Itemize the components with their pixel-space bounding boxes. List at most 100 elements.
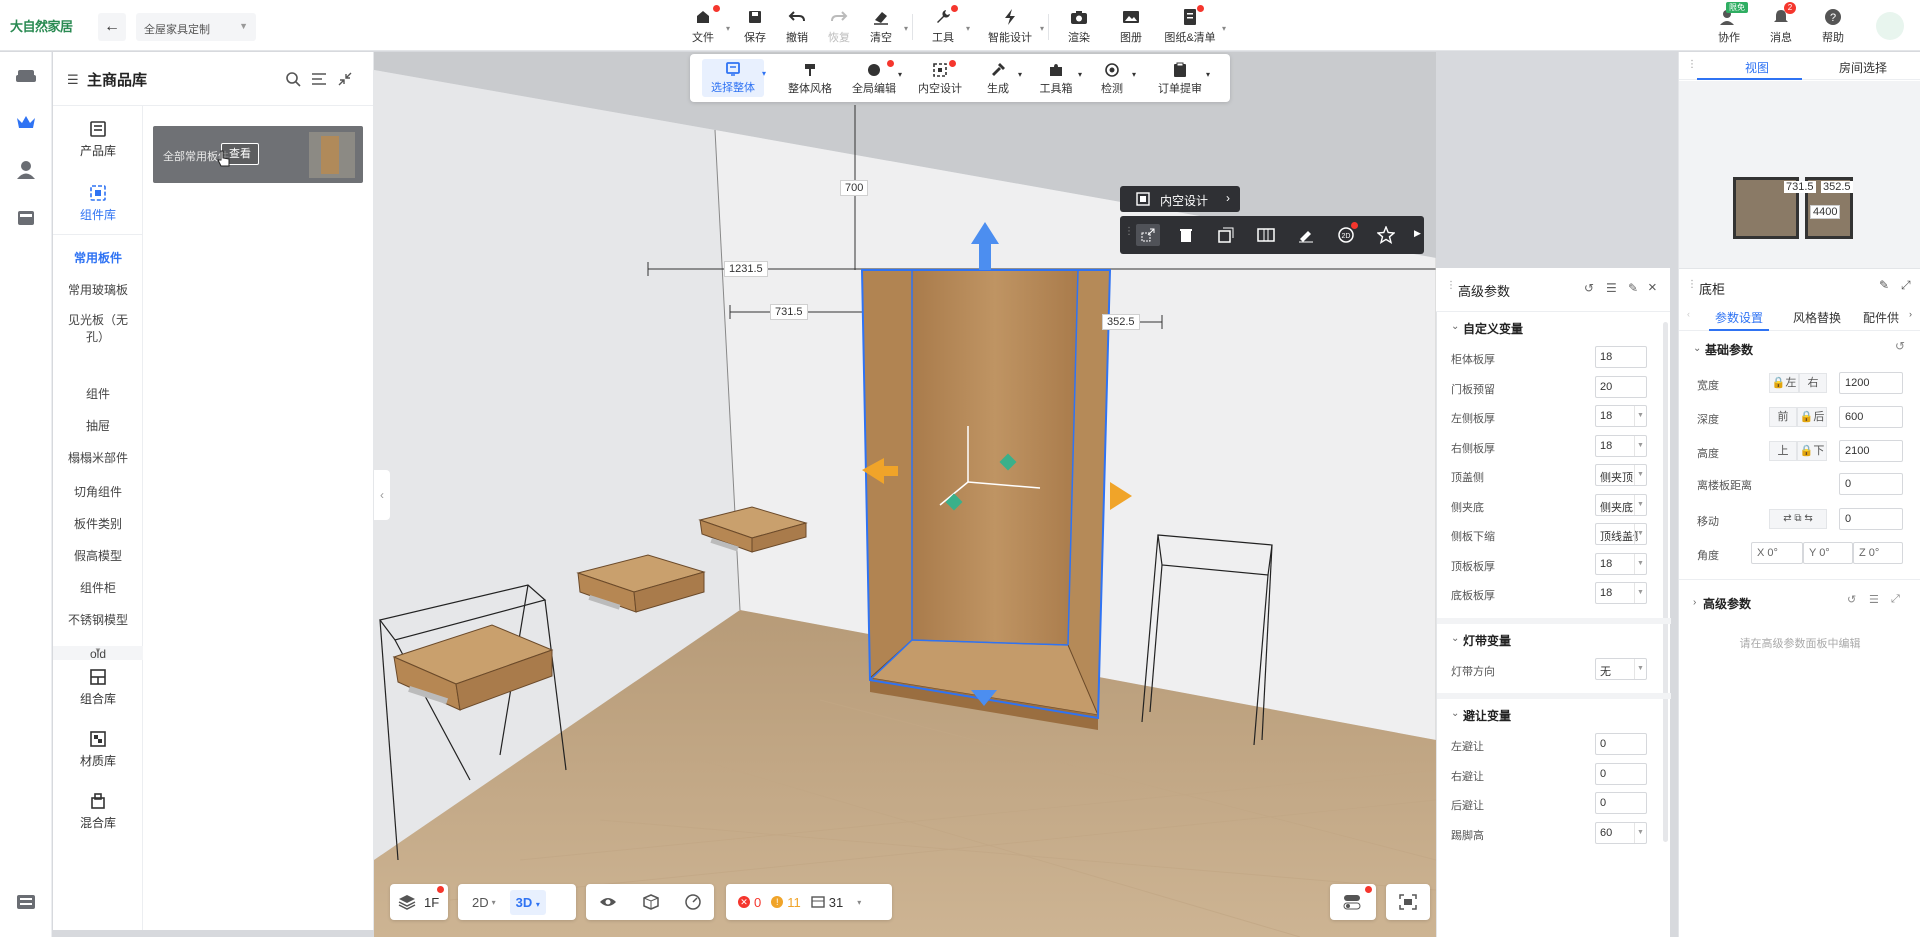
sofa-icon[interactable] xyxy=(12,62,40,90)
dimension-left-gap[interactable]: 731.5 xyxy=(770,304,808,320)
avatar[interactable] xyxy=(1876,12,1904,40)
subcategory-item[interactable]: 假高模型 xyxy=(53,548,143,565)
param-input[interactable]: 18 ▼ xyxy=(1595,434,1647,457)
back-button[interactable]: ← xyxy=(98,13,126,41)
smart-design-button[interactable]: 智能设计 ▾ xyxy=(980,6,1044,46)
height-input[interactable]: 2100 xyxy=(1839,440,1903,462)
subcategory-item[interactable]: 榻榻米部件 xyxy=(53,450,143,467)
param-input[interactable]: 无 ▼ xyxy=(1595,657,1647,680)
angle-y-input[interactable]: Y 0° xyxy=(1803,542,1853,564)
param-input[interactable]: 侧夹顶 ▼ xyxy=(1595,464,1647,486)
dimension-left-total[interactable]: 1231.5 xyxy=(724,261,768,277)
gauge-icon[interactable] xyxy=(685,894,701,910)
front-anchor-button[interactable]: 前 xyxy=(1769,407,1797,427)
param-input[interactable]: 60 ▼ xyxy=(1595,821,1647,844)
submit-order-button[interactable]: 订单提审 ▾ xyxy=(1156,60,1210,98)
tab-accessories[interactable]: 配件供 xyxy=(1863,309,1907,326)
drag-handle-icon[interactable]: ⋮ xyxy=(1687,279,1697,290)
collaborate-button[interactable]: 协作 限免 xyxy=(1706,2,1752,46)
interior-design-pill[interactable]: 内空设计 › xyxy=(1120,186,1240,212)
right-anchor-button[interactable]: 右 xyxy=(1799,373,1827,393)
combination-library-tab[interactable]: 组合库 xyxy=(53,668,143,707)
lock-left-button[interactable]: 🔒左 xyxy=(1769,373,1799,393)
edge-banding-icon[interactable] xyxy=(1294,224,1318,246)
list-settings-icon[interactable]: ☰ xyxy=(1869,593,1879,606)
param-input[interactable]: 18 xyxy=(1595,346,1647,368)
messages-button[interactable]: 消息 2 xyxy=(1758,2,1804,46)
param-input[interactable]: 顶线盖侧▼ xyxy=(1595,523,1647,545)
3d-viewport[interactable]: 700 1231.5 731.5 352.5 xyxy=(374,52,1436,937)
person-icon[interactable] xyxy=(12,156,40,184)
expand-icon[interactable]: ⤢ xyxy=(1901,278,1911,293)
dropdown-arrow-icon[interactable]: ▼ xyxy=(1634,494,1646,515)
component-library-tab[interactable]: 组件库 xyxy=(53,184,143,223)
search-icon[interactable] xyxy=(283,69,303,89)
status-counters[interactable]: ✕ 0 ! 11 31 ▾ xyxy=(726,884,892,920)
subcategory-item[interactable]: 组件 xyxy=(53,386,143,403)
top-anchor-button[interactable]: 上 xyxy=(1769,441,1797,461)
reset-icon[interactable]: ↺ xyxy=(1847,593,1856,606)
dimension-height[interactable]: 700 xyxy=(840,180,869,196)
param-input[interactable]: 18 ▼ xyxy=(1595,582,1647,604)
drag-handle-icon[interactable]: ⋮ xyxy=(1687,59,1697,70)
chevron-down-icon[interactable]: ⌄ xyxy=(1451,708,1459,719)
subcategory-item[interactable]: 常用玻璃板 xyxy=(53,282,143,299)
list-settings-icon[interactable]: ☰ xyxy=(1606,281,1617,295)
param-input[interactable]: 18 ▼ xyxy=(1595,552,1647,575)
settings-toggle-button[interactable] xyxy=(1330,884,1376,920)
tab-view[interactable]: 视图 xyxy=(1745,59,1769,76)
chevron-down-icon[interactable]: ⌄ xyxy=(1451,633,1459,644)
dropdown-arrow-icon[interactable]: ▼ xyxy=(1634,524,1646,544)
dropdown-arrow-icon[interactable]: ▼ xyxy=(1634,435,1646,456)
pin-icon[interactable]: ✎ xyxy=(1628,281,1638,295)
close-icon[interactable]: × xyxy=(1648,279,1657,296)
project-select[interactable]: 全屋家具定制 ▼ xyxy=(136,13,256,41)
depth-input[interactable]: 600 xyxy=(1839,406,1903,428)
lock-back-button[interactable]: 🔒后 xyxy=(1797,407,1827,427)
cabinet-icon[interactable] xyxy=(12,204,40,232)
lock-bottom-button[interactable]: 🔒下 xyxy=(1797,441,1827,461)
file-menu-button[interactable]: 文件 ▾ xyxy=(680,5,730,46)
tools-button[interactable]: 工具 ▾ xyxy=(920,5,970,46)
interior-design-button[interactable]: 内空设计 xyxy=(916,60,964,98)
subcategory-item[interactable]: 切角组件 xyxy=(53,484,143,501)
subcategory-item[interactable]: 常用板件 xyxy=(53,250,143,267)
help-button[interactable]: ? 帮助 xyxy=(1810,6,1856,46)
copy-icon[interactable] xyxy=(1214,224,1238,246)
save-button[interactable]: 保存 xyxy=(732,6,778,46)
move-input[interactable]: 0 xyxy=(1839,508,1903,530)
width-input[interactable]: 1200 xyxy=(1839,372,1903,394)
star-icon[interactable] xyxy=(1374,224,1398,246)
dropdown-arrow-icon[interactable]: ▼ xyxy=(1634,583,1646,603)
param-input[interactable]: 0 xyxy=(1595,762,1647,785)
3d-view-button[interactable]: 3D ▾ xyxy=(509,889,546,915)
edit-icon[interactable]: ✎ xyxy=(1879,278,1889,292)
common-panels-card[interactable]: 全部常用板件 查看 xyxy=(153,126,363,183)
list-panel-icon[interactable] xyxy=(12,888,40,916)
generate-button[interactable]: 生成 ▾ xyxy=(980,60,1022,98)
drag-handle-icon[interactable]: ⋮ xyxy=(1446,280,1456,291)
subcategory-item[interactable]: 抽屉 xyxy=(53,418,143,435)
reset-icon[interactable]: ↺ xyxy=(1895,339,1905,353)
subcategory-item[interactable]: 组件柜 xyxy=(53,580,143,597)
collapse-panel-icon[interactable] xyxy=(335,69,355,89)
dropdown-arrow-icon[interactable]: ▼ xyxy=(1634,406,1646,426)
drag-handle-icon[interactable]: ⋮ xyxy=(1124,226,1134,237)
split-icon[interactable] xyxy=(1254,224,1278,246)
drawings-button[interactable]: 图纸&清单 ▾ xyxy=(1158,5,1226,46)
tab-params[interactable]: 参数设置 xyxy=(1715,309,1763,326)
dimension-right-gap[interactable]: 352.5 xyxy=(1102,314,1140,330)
more-icon[interactable]: ▶ xyxy=(1414,228,1421,239)
floor-distance-input[interactable]: 0 xyxy=(1839,473,1903,495)
toolbox-button[interactable]: 工具箱 ▾ xyxy=(1036,60,1082,98)
eye-icon[interactable] xyxy=(599,896,617,908)
subcategory-item[interactable]: 不锈钢模型 xyxy=(53,612,143,629)
album-button[interactable]: 图册 xyxy=(1108,6,1154,46)
clear-button[interactable]: 清空 ▾ xyxy=(858,6,908,46)
2d-view-button[interactable]: 2D xyxy=(472,895,489,910)
floor-control[interactable]: 1F xyxy=(390,884,448,920)
cube-icon[interactable] xyxy=(643,894,659,910)
detect-button[interactable]: 检测 ▾ xyxy=(1094,60,1136,98)
dropdown-arrow-icon[interactable]: ▼ xyxy=(1634,465,1646,485)
scrollbar[interactable] xyxy=(1663,322,1668,842)
